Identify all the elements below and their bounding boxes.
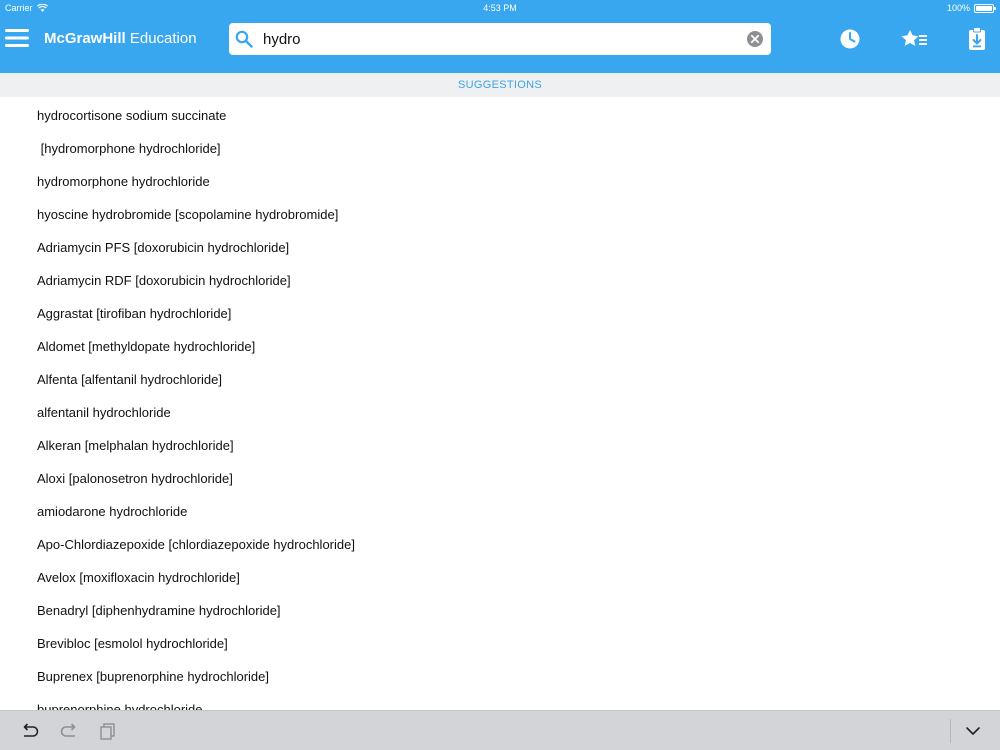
brand-logo: McGrawHill Education [44,30,197,47]
suggestion-item[interactable]: buprenorphine hydrochloride [37,702,203,710]
suggestion-item[interactable]: Apo-Chlordiazepoxide [chlordiazepoxide h… [37,537,355,552]
clear-icon[interactable] [746,30,764,48]
status-right: 100% [946,3,996,13]
redo-icon[interactable] [59,721,79,741]
search-input[interactable] [263,23,733,55]
menu-button[interactable] [4,27,30,49]
battery-percent: 100% [946,3,970,13]
suggestion-item[interactable]: Buprenex [buprenorphine hydrochloride] [37,669,269,684]
suggestion-item[interactable]: Aldomet [methyldopate hydrochloride] [37,339,255,354]
suggestion-item[interactable]: Benadryl [diphenhydramine hydrochloride] [37,603,281,618]
suggestion-item[interactable]: hyoscine hydrobromide [scopolamine hydro… [37,207,338,222]
suggestion-item[interactable]: amiodarone hydrochloride [37,504,187,519]
search-icon [235,30,253,48]
undo-icon[interactable] [20,721,40,741]
battery-icon [974,3,996,13]
suggestions-header: SUGGESTIONS [0,73,1000,97]
download-clipboard-icon[interactable] [966,26,988,52]
paste-icon[interactable] [98,721,118,741]
brand-name: McGrawHill [44,30,126,47]
suggestion-item[interactable]: Aggrastat [tirofiban hydrochloride] [37,306,231,321]
suggestion-item[interactable]: Aloxi [palonosetron hydrochloride] [37,471,233,486]
suggestion-item[interactable]: hydromorphone hydrochloride [37,174,210,189]
suggestion-item[interactable]: Alfenta [alfentanil hydrochloride] [37,372,222,387]
brand-suffix: Education [125,30,197,47]
star-list-icon[interactable] [900,26,928,52]
status-bar: Carrier 4:53 PM 100% [0,0,1000,16]
keyboard-toolbar [0,710,1000,750]
suggestion-item[interactable]: Adriamycin PFS [doxorubicin hydrochlorid… [37,240,289,255]
hamburger-icon [5,29,29,47]
toolbar-divider [950,719,951,743]
suggestion-item[interactable]: Brevibloc [esmolol hydrochloride] [37,636,228,651]
suggestion-item[interactable]: Adriamycin RDF [doxorubicin hydrochlorid… [37,273,291,288]
battery-level [976,5,992,11]
suggestion-list: hydrocortisone sodium succinate [hydromo… [0,99,1000,710]
suggestion-item[interactable]: Avelox [moxifloxacin hydrochloride] [37,570,240,585]
dismiss-keyboard-icon[interactable] [963,721,983,741]
app-header: Carrier 4:53 PM 100% McGrawHill Educatio… [0,0,1000,73]
status-time: 4:53 PM [483,3,517,13]
suggestion-item[interactable]: alfentanil hydrochloride [37,405,171,420]
suggestion-item[interactable]: [hydromorphone hydrochloride] [37,141,221,156]
suggestion-item[interactable]: hydrocortisone sodium succinate [37,108,226,123]
search-box[interactable] [229,23,771,55]
clock-icon[interactable] [839,26,861,52]
suggestion-item[interactable]: Alkeran [melphalan hydrochloride] [37,438,234,453]
